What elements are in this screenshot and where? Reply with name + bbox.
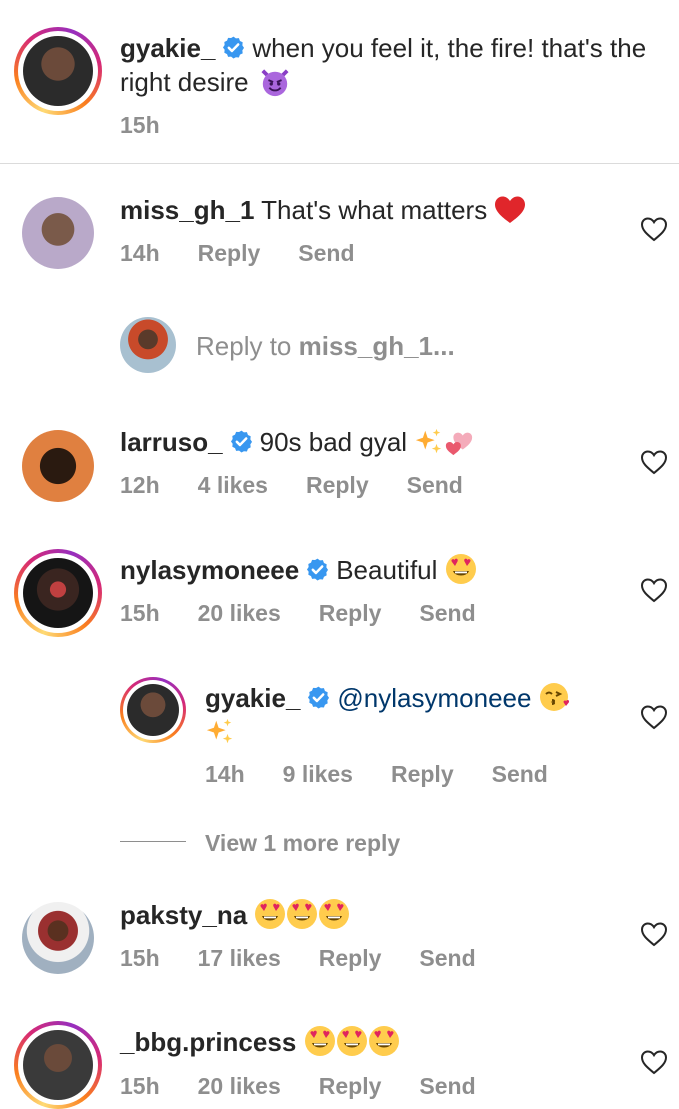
comment-username[interactable]: nylasymoneee (120, 555, 299, 585)
avatar (23, 36, 93, 106)
verified-badge-icon (221, 35, 246, 60)
comment-body: 90s bad gyal (259, 427, 408, 457)
comment-meta: 14h Reply Send (120, 240, 393, 267)
comment-text: larruso_ 90s bad gyal (120, 425, 474, 459)
heart-icon[interactable] (640, 704, 668, 730)
send-button[interactable]: Send (419, 600, 475, 626)
reply-button[interactable]: Reply (198, 240, 261, 266)
avatar (127, 684, 179, 736)
verified-badge-icon (229, 429, 254, 454)
comment-body: That's what matters (261, 195, 488, 225)
timestamp: 14h (205, 761, 245, 787)
heart-icon[interactable] (640, 216, 668, 242)
heart-eyes-emoji (445, 553, 477, 585)
comment-text: gyakie_ @nylasymoneee (205, 681, 625, 749)
reply-button[interactable]: Reply (391, 761, 454, 787)
comment-text: _bbg.princess (120, 1025, 400, 1059)
comment-meta: 15h 17 likes Reply Send (120, 945, 514, 972)
likes-count[interactable]: 9 likes (283, 761, 353, 787)
comment-meta: 14h 9 likes Reply Send (205, 761, 586, 788)
heart-eyes-emoji (254, 898, 286, 930)
avatar-story-ring[interactable] (14, 549, 102, 637)
avatar (23, 558, 93, 628)
caption-meta: 15h (120, 112, 198, 139)
view-more-replies-button[interactable]: View 1 more reply (205, 830, 400, 857)
kissing-heart-emoji (539, 681, 571, 713)
timestamp: 12h (120, 472, 160, 498)
red-heart-emoji (494, 195, 526, 225)
mention-link[interactable]: @nylasymoneee (337, 683, 531, 713)
likes-count[interactable]: 17 likes (198, 945, 281, 971)
heart-eyes-emoji (286, 898, 318, 930)
avatar[interactable] (22, 430, 94, 502)
verified-badge-icon (306, 685, 331, 710)
likes-count[interactable]: 4 likes (198, 472, 268, 498)
send-button[interactable]: Send (407, 472, 463, 498)
reply-button[interactable]: Reply (319, 600, 382, 626)
send-button[interactable]: Send (492, 761, 548, 787)
caption-username[interactable]: gyakie_ (120, 33, 215, 63)
reply-prompt-prefix: Reply to (196, 331, 299, 361)
heart-eyes-emoji (336, 1025, 368, 1057)
comment-meta: 12h 4 likes Reply Send (120, 472, 501, 499)
reply-prompt-target: miss_gh_1... (298, 331, 455, 361)
timestamp: 15h (120, 112, 160, 138)
heart-eyes-emoji (304, 1025, 336, 1057)
comment-text: paksty_na (120, 898, 350, 932)
sparkles-emoji (205, 717, 235, 747)
likes-count[interactable]: 20 likes (198, 600, 281, 626)
timestamp: 14h (120, 240, 160, 266)
avatar[interactable] (22, 197, 94, 269)
comment-username[interactable]: _bbg.princess (120, 1027, 296, 1057)
send-button[interactable]: Send (419, 945, 475, 971)
reply-button[interactable]: Reply (319, 1073, 382, 1099)
verified-badge-icon (305, 557, 330, 582)
timestamp: 15h (120, 945, 160, 971)
comment-meta: 15h 20 likes Reply Send (120, 1073, 514, 1100)
view-replies-line (120, 841, 186, 842)
heart-icon[interactable] (640, 449, 668, 475)
comment-username[interactable]: paksty_na (120, 900, 247, 930)
comment-body: Beautiful (336, 555, 438, 585)
avatar[interactable] (22, 902, 94, 974)
reply-input[interactable]: Reply to miss_gh_1... (196, 331, 455, 362)
reply-button[interactable]: Reply (319, 945, 382, 971)
comment-username[interactable]: miss_gh_1 (120, 195, 254, 225)
smiling-imp-emoji (260, 67, 290, 97)
divider (0, 163, 679, 164)
comment-username[interactable]: gyakie_ (205, 683, 300, 713)
sparkles-emoji (414, 427, 444, 457)
two-hearts-emoji (444, 427, 474, 457)
avatar-story-ring[interactable] (14, 1021, 102, 1109)
comment-text: nylasymoneee Beautiful (120, 553, 477, 587)
likes-count[interactable]: 20 likes (198, 1073, 281, 1099)
heart-icon[interactable] (640, 577, 668, 603)
reply-button[interactable]: Reply (306, 472, 369, 498)
comment-text: miss_gh_1 That's what matters (120, 193, 526, 227)
send-button[interactable]: Send (419, 1073, 475, 1099)
timestamp: 15h (120, 1073, 160, 1099)
avatar (23, 1030, 93, 1100)
caption: gyakie_ when you feel it, the fire! that'… (120, 31, 660, 99)
timestamp: 15h (120, 600, 160, 626)
comment-meta: 15h 20 likes Reply Send (120, 600, 514, 627)
avatar-story-ring[interactable] (120, 677, 186, 743)
heart-icon[interactable] (640, 1049, 668, 1075)
heart-eyes-emoji (318, 898, 350, 930)
comment-username[interactable]: larruso_ (120, 427, 223, 457)
avatar-story-ring[interactable] (14, 27, 102, 115)
current-user-avatar (120, 317, 176, 373)
heart-icon[interactable] (640, 921, 668, 947)
send-button[interactable]: Send (298, 240, 354, 266)
heart-eyes-emoji (368, 1025, 400, 1057)
